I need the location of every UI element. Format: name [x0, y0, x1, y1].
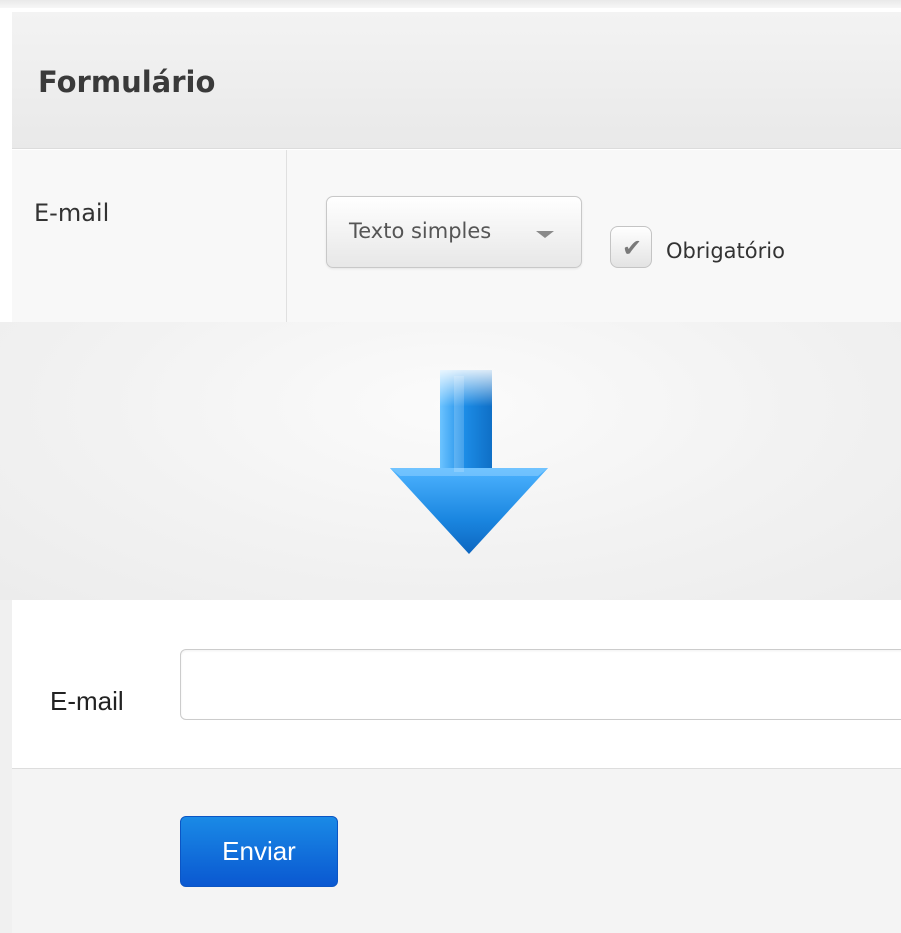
form-editor-panel: Formulário E-mail Texto simples ✔ Obriga… — [0, 0, 901, 322]
field-name-label: E-mail — [34, 199, 110, 227]
section-header: Formulário — [12, 12, 901, 149]
divider — [0, 0, 901, 8]
form-preview: E-mail Enviar — [12, 600, 901, 933]
caret-down-icon — [536, 231, 554, 238]
checkmark-icon: ✔ — [621, 234, 643, 262]
page-edge — [0, 600, 12, 933]
section-title: Formulário — [38, 65, 216, 99]
email-field-row: E-mail — [12, 600, 901, 769]
submit-button[interactable]: Enviar — [180, 816, 338, 887]
required-checkbox[interactable]: ✔ — [610, 226, 652, 268]
field-config-row: E-mail Texto simples ✔ Obrigatório — [12, 150, 901, 322]
email-label: E-mail — [50, 686, 124, 716]
required-label: Obrigatório — [666, 239, 785, 263]
arrow-down-icon — [390, 370, 548, 554]
email-field[interactable] — [180, 649, 901, 720]
transition-area — [0, 322, 901, 600]
field-type-select[interactable]: Texto simples — [326, 196, 582, 268]
field-type-select-value: Texto simples — [349, 219, 492, 243]
required-option: ✔ Obrigatório — [610, 222, 860, 270]
divider — [286, 150, 287, 322]
